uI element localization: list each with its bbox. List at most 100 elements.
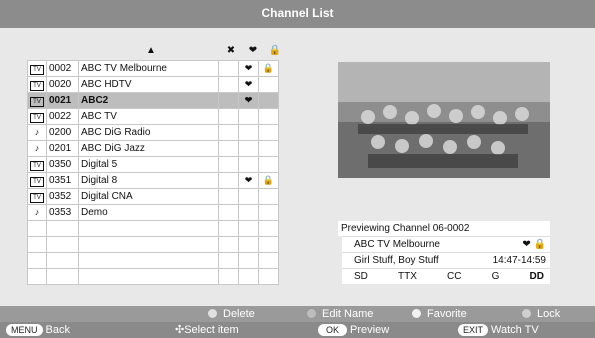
channel-row[interactable]: TV 0021 ABC2 ❤ — [27, 92, 279, 109]
empty-cell — [27, 220, 47, 237]
title-bar: Channel List — [0, 0, 595, 28]
lock-mark: 🔒 — [262, 175, 275, 185]
empty-row — [27, 220, 279, 237]
channel-number: 0021 — [49, 95, 72, 106]
channel-row[interactable]: TV 0020 ABC HDTV ❤ — [27, 76, 279, 93]
tag-cc: CC — [447, 271, 462, 282]
channel-row[interactable]: TV 0351 Digital 8 ❤ 🔒 — [27, 172, 279, 189]
channel-number: 0351 — [49, 175, 72, 186]
delete-column-icon: ✖ — [226, 45, 236, 56]
channel-type-radio-icon-cell: ♪ — [27, 124, 47, 141]
favorite-mark: ❤ — [244, 95, 253, 105]
empty-cell — [238, 252, 259, 269]
channel-row[interactable]: TV 0352 Digital CNA — [27, 188, 279, 205]
channel-number: 0002 — [49, 63, 72, 74]
select-item-hint: ✣Select item — [175, 324, 239, 336]
menu-key-icon: MENU — [6, 324, 43, 336]
favorite-mark: ❤ — [244, 63, 253, 73]
page-title: Channel List — [261, 6, 334, 20]
favorite-mark: ❤ — [244, 175, 253, 185]
back-button[interactable]: MENU Back — [6, 322, 70, 338]
channel-number-cell: 0002 — [46, 60, 79, 77]
delete-mark-cell — [218, 76, 239, 93]
channel-name-cell: ABC2 — [78, 92, 219, 109]
channel-name: Digital 8 — [81, 175, 118, 186]
color-key-legend: Delete Edit Name Favorite Lock — [0, 306, 595, 322]
exit-key-icon: EXIT — [458, 324, 489, 336]
preview-image — [338, 62, 550, 178]
channel-type-radio-icon: ♪ — [34, 207, 40, 217]
tag-dolby: DD — [529, 271, 544, 282]
favorite-mark-cell — [238, 108, 259, 125]
lock-mark-cell — [258, 92, 279, 109]
delete-mark-cell — [218, 188, 239, 205]
empty-cell — [258, 268, 279, 285]
empty-row — [27, 252, 279, 269]
favorite-mark-cell: ❤ — [238, 60, 259, 77]
empty-cell — [27, 268, 47, 285]
channel-number-cell: 0020 — [46, 76, 79, 93]
delete-key[interactable]: Delete — [208, 306, 255, 322]
preview-time: 14:47-14:59 — [492, 255, 546, 266]
navigation-bar: MENU Back ✣Select item OK Preview EXIT Watc… — [0, 322, 595, 338]
tag-ttx: TTX — [398, 271, 417, 282]
empty-cell — [238, 268, 259, 285]
empty-cell — [78, 268, 219, 285]
channel-number-cell: 0200 — [46, 124, 79, 141]
delete-mark-cell — [218, 204, 239, 221]
channel-row[interactable]: ♪ 0201 ABC DiG Jazz — [27, 140, 279, 157]
favorite-mark-cell: ❤ — [238, 172, 259, 189]
favorite-mark-cell — [238, 156, 259, 173]
channel-name: ABC TV — [81, 111, 117, 122]
channel-row[interactable]: TV 0022 ABC TV — [27, 108, 279, 125]
edit-name-key[interactable]: Edit Name — [307, 306, 373, 322]
preview-info: Previewing Channel 06-0002 ABC TV Melbou… — [338, 221, 550, 284]
preview-program: Girl Stuff, Boy Stuff — [354, 255, 439, 266]
favorite-mark-cell: ❤ — [238, 92, 259, 109]
empty-cell — [238, 220, 259, 237]
channel-row[interactable]: TV 0002 ABC TV Melbourne ❤ 🔒 — [27, 60, 279, 77]
sort-icon[interactable]: ▲ — [81, 42, 221, 60]
channel-name: ABC2 — [81, 95, 109, 106]
empty-row — [27, 268, 279, 285]
empty-cell — [78, 220, 219, 237]
preview-button[interactable]: OK Preview — [318, 322, 389, 338]
favorite-key[interactable]: Favorite — [412, 306, 467, 322]
channel-number-cell: 0022 — [46, 108, 79, 125]
lock-mark-cell — [258, 124, 279, 141]
channel-type-tv-icon-cell: TV — [27, 76, 47, 93]
lock-key[interactable]: Lock — [522, 306, 560, 322]
channel-name: Demo — [81, 207, 108, 218]
channel-number: 0353 — [49, 207, 72, 218]
arrows-icon: ✣ — [175, 324, 185, 336]
channel-name: ABC HDTV — [81, 79, 132, 90]
channel-type-tv-icon: TV — [30, 112, 44, 123]
red-key-icon — [208, 309, 217, 318]
lock-mark-cell — [258, 188, 279, 205]
channel-number: 0350 — [49, 159, 72, 170]
channel-type-tv-icon: TV — [30, 176, 44, 187]
channel-type-tv-icon: TV — [30, 64, 44, 75]
channel-number-cell: 0201 — [46, 140, 79, 157]
delete-mark-cell — [218, 172, 239, 189]
channel-row[interactable]: ♪ 0200 ABC DiG Radio — [27, 124, 279, 141]
channel-name-cell: ABC TV — [78, 108, 219, 125]
channel-number-cell: 0021 — [46, 92, 79, 109]
preview-video — [338, 62, 550, 178]
favorite-mark-cell — [238, 140, 259, 157]
channel-type-radio-icon-cell: ♪ — [27, 204, 47, 221]
empty-cell — [46, 236, 79, 253]
channel-type-tv-icon-cell: TV — [27, 188, 47, 205]
channel-name-cell: ABC TV Melbourne — [78, 60, 219, 77]
channel-number: 0352 — [49, 191, 72, 202]
channel-row[interactable]: ♪ 0353 Demo — [27, 204, 279, 221]
channel-name-cell: Demo — [78, 204, 219, 221]
preview-channel-name: ABC TV Melbourne — [354, 239, 440, 250]
channel-row[interactable]: TV 0350 Digital 5 — [27, 156, 279, 173]
channel-table: TV 0002 ABC TV Melbourne ❤ 🔒 TV 0020 ABC HDTV ❤ T… — [27, 60, 279, 285]
lock-mark-cell: 🔒 — [258, 172, 279, 189]
watch-tv-button[interactable]: EXIT Watch TV — [458, 322, 539, 338]
empty-cell — [27, 236, 47, 253]
empty-cell — [46, 268, 79, 285]
lock-mark-cell — [258, 76, 279, 93]
